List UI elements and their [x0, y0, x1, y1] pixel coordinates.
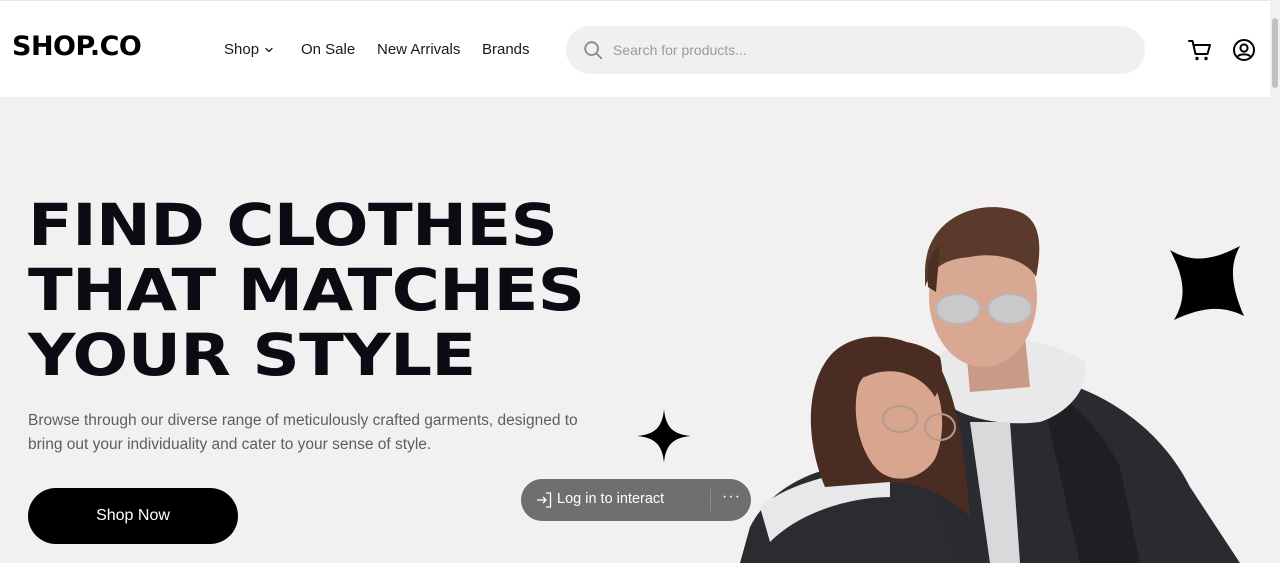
shop-now-button[interactable]: Shop Now	[28, 488, 238, 544]
cart-icon[interactable]	[1187, 38, 1213, 62]
site-header: SHOP.CO Shop On Sale New Arrivals Brands	[0, 0, 1270, 97]
nav-brands[interactable]: Brands	[482, 41, 530, 58]
sparkle-icon	[637, 409, 691, 463]
search-input[interactable]	[613, 26, 1113, 74]
search-bar[interactable]	[566, 26, 1145, 74]
hero-headline: FIND CLOTHES THAT MATCHES YOUR STYLE	[28, 191, 585, 389]
hero-section: FIND CLOTHES THAT MATCHES YOUR STYLE Bro…	[0, 97, 1270, 563]
login-label: Log in to interact	[557, 491, 665, 507]
nav-on-sale[interactable]: On Sale	[301, 41, 355, 58]
more-options-icon[interactable]: ···	[722, 488, 741, 506]
nav-shop[interactable]: Shop	[224, 41, 274, 58]
divider	[710, 489, 711, 511]
hero-headline-line-2: THAT MATCHES	[28, 256, 585, 324]
user-icon[interactable]	[1232, 38, 1256, 62]
login-to-interact-pill[interactable]: Log in to interact ···	[521, 479, 751, 521]
page-scrollbar[interactable]	[1270, 0, 1280, 563]
site-logo[interactable]: SHOP.CO	[12, 31, 142, 62]
search-icon	[584, 41, 603, 60]
nav-new-arrivals[interactable]: New Arrivals	[377, 41, 460, 58]
hero-headline-line-1: FIND CLOTHES	[28, 191, 558, 259]
nav-shop-label: Shop	[224, 41, 260, 58]
scrollbar-thumb[interactable]	[1272, 18, 1278, 88]
hero-headline-line-3: YOUR STYLE	[28, 321, 476, 389]
sparkle-icon	[1170, 246, 1244, 320]
hero-subtext: Browse through our diverse range of meti…	[28, 412, 578, 453]
chevron-down-icon	[265, 47, 273, 52]
login-icon	[537, 492, 552, 508]
